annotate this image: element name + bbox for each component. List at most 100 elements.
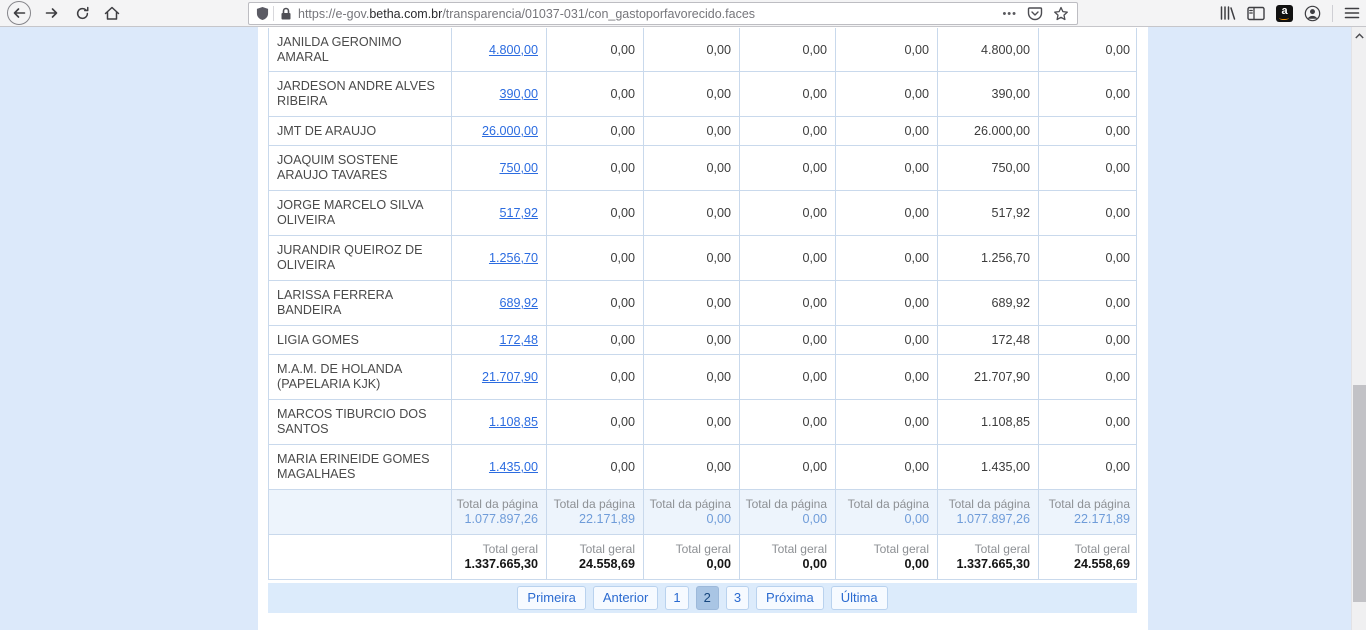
- amount-cell: 0,00: [547, 236, 644, 280]
- pagination-first-button[interactable]: Primeira: [517, 586, 585, 610]
- amount-link[interactable]: 1.256,70: [489, 251, 538, 265]
- bookmark-star-icon[interactable]: [1053, 6, 1069, 21]
- grand-total-label: Total geral: [676, 542, 731, 557]
- account-icon[interactable]: [1304, 5, 1321, 22]
- pagination-page-3-button[interactable]: 3: [726, 586, 749, 610]
- grand-total-value: 24.558,69: [1074, 557, 1130, 573]
- amount-link[interactable]: 1.435,00: [489, 460, 538, 474]
- page-total-value: 0,00: [802, 512, 827, 528]
- pagination-page-1-button[interactable]: 1: [665, 586, 688, 610]
- grand-total-value: 1.337.665,30: [464, 557, 538, 573]
- lock-icon[interactable]: [280, 7, 292, 21]
- grand-total-value: 0,00: [706, 557, 731, 573]
- amount-link[interactable]: 1.108,85: [489, 415, 538, 429]
- pagination-next-button[interactable]: Próxima: [756, 586, 824, 610]
- tracking-protection-shield-icon[interactable]: [256, 6, 269, 21]
- favorecido-name: JANILDA GERONIMO AMARAL: [269, 28, 452, 71]
- sidebars-icon[interactable]: [1247, 6, 1265, 21]
- page-total-value: 22.171,89: [579, 512, 635, 528]
- favorecido-name: JOAQUIM SOSTENE ARAUJO TAVARES: [269, 146, 452, 190]
- grand-total-label: Total geral: [772, 542, 827, 557]
- amount-cell: 0,00: [836, 191, 938, 235]
- amount-link[interactable]: 390,00: [499, 87, 538, 101]
- page-total-row: Total da página1.077.897,26 Total da pág…: [269, 490, 1136, 535]
- library-icon[interactable]: [1219, 5, 1236, 21]
- page-total-value: 1.077.897,26: [464, 512, 538, 528]
- table-row: JMT DE ARAUJO 26.000,00 0,00 0,00 0,00 0…: [269, 117, 1136, 146]
- amount-cell: 0,00: [836, 28, 938, 71]
- amount-link[interactable]: 689,92: [499, 296, 538, 310]
- browser-toolbar: https://e-gov.betha.com.br/transparencia…: [0, 0, 1366, 27]
- page-total-label: Total da página: [554, 497, 635, 512]
- page-total-label: Total da página: [746, 497, 827, 512]
- table-row: LIGIA GOMES 172,48 0,00 0,00 0,00 0,00 1…: [269, 326, 1136, 355]
- amount-cell: 0,00: [547, 146, 644, 190]
- amount-cell: 689,92: [938, 281, 1039, 325]
- amount-cell: 0,00: [1039, 72, 1138, 116]
- amount-link[interactable]: 750,00: [499, 161, 538, 175]
- scrollbar-thumb[interactable]: [1353, 385, 1366, 602]
- amount-cell: 0,00: [644, 445, 740, 489]
- amount-cell: 0,00: [547, 72, 644, 116]
- amount-cell: 0,00: [836, 355, 938, 399]
- amount-cell: 0,00: [644, 72, 740, 116]
- page-total-label: Total da página: [1049, 497, 1130, 512]
- grand-total-label: Total geral: [483, 542, 538, 557]
- pocket-icon[interactable]: [1027, 6, 1043, 21]
- favorecidos-table: JANILDA GERONIMO AMARAL 4.800,00 0,00 0,…: [268, 28, 1137, 580]
- url-text: https://e-gov.betha.com.br/transparencia…: [298, 7, 1002, 21]
- amount-cell: 0,00: [1039, 281, 1138, 325]
- grand-total-label: Total geral: [975, 542, 1030, 557]
- favorecido-name: LARISSA FERRERA BANDEIRA: [269, 281, 452, 325]
- page-total-value: 22.171,89: [1074, 512, 1130, 528]
- reload-button[interactable]: [67, 1, 97, 25]
- toolbar-separator: [1332, 5, 1333, 22]
- back-arrow-icon: [12, 6, 26, 20]
- amount-cell: 0,00: [836, 326, 938, 354]
- forward-button[interactable]: [37, 1, 67, 25]
- vertical-scrollbar[interactable]: [1351, 27, 1366, 630]
- menu-hamburger-icon[interactable]: [1344, 6, 1360, 20]
- pagination-last-button[interactable]: Última: [831, 586, 888, 610]
- amount-cell: 517,92: [938, 191, 1039, 235]
- table-row: MARIA ERINEIDE GOMES MAGALHAES 1.435,00 …: [269, 445, 1136, 490]
- page-total-label: Total da página: [949, 497, 1030, 512]
- address-bar[interactable]: https://e-gov.betha.com.br/transparencia…: [248, 2, 1078, 25]
- table-row: JURANDIR QUEIROZ DE OLIVEIRA 1.256,70 0,…: [269, 236, 1136, 281]
- amount-link[interactable]: 26.000,00: [482, 124, 538, 138]
- table-row: JARDESON ANDRE ALVES RIBEIRA 390,00 0,00…: [269, 72, 1136, 117]
- amazon-extension-icon[interactable]: a: [1276, 5, 1293, 22]
- amount-cell: 0,00: [1039, 117, 1138, 145]
- back-button[interactable]: [7, 1, 31, 25]
- home-button[interactable]: [97, 1, 127, 25]
- pagination-page-2-button-active[interactable]: 2: [696, 586, 719, 610]
- amount-cell: 390,00: [938, 72, 1039, 116]
- page-actions-button[interactable]: •••: [1002, 8, 1017, 20]
- amount-link[interactable]: 172,48: [499, 333, 538, 347]
- pagination-previous-button[interactable]: Anterior: [593, 586, 659, 610]
- amount-cell: 0,00: [836, 72, 938, 116]
- amount-link[interactable]: 4.800,00: [489, 43, 538, 57]
- amount-link[interactable]: 517,92: [499, 206, 538, 220]
- table-row: M.A.M. DE HOLANDA (PAPELARIA KJK) 21.707…: [269, 355, 1136, 400]
- grand-total-value: 0,00: [802, 557, 827, 573]
- amount-cell: 0,00: [740, 445, 836, 489]
- page-total-label: Total da página: [457, 497, 538, 512]
- grand-total-label: Total geral: [874, 542, 929, 557]
- page-total-label: Total da página: [848, 497, 929, 512]
- scrollbar-up-arrow-icon[interactable]: [1352, 30, 1366, 42]
- reload-icon: [75, 6, 90, 21]
- url-scheme: https://e-gov.: [298, 7, 369, 21]
- page-total-value: 0,00: [706, 512, 731, 528]
- page-background: JANILDA GERONIMO AMARAL 4.800,00 0,00 0,…: [0, 27, 1351, 630]
- favorecido-name: MARIA ERINEIDE GOMES MAGALHAES: [269, 445, 452, 489]
- grand-total-value: 24.558,69: [579, 557, 635, 573]
- table-row: JOAQUIM SOSTENE ARAUJO TAVARES 750,00 0,…: [269, 146, 1136, 191]
- amount-link[interactable]: 21.707,90: [482, 370, 538, 384]
- amount-cell: 0,00: [836, 117, 938, 145]
- amount-cell: 172,48: [938, 326, 1039, 354]
- grand-total-label: Total geral: [1075, 542, 1130, 557]
- amount-cell: 0,00: [644, 191, 740, 235]
- amount-cell: 0,00: [740, 281, 836, 325]
- amount-cell: 0,00: [1039, 355, 1138, 399]
